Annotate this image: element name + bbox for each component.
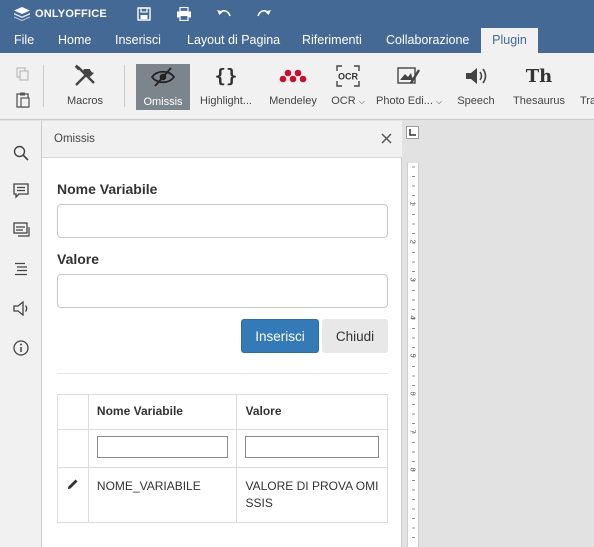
undo-icon[interactable] xyxy=(213,3,235,25)
left-sidebar xyxy=(0,121,42,547)
onlyoffice-logo-icon xyxy=(14,7,30,21)
variable-name-label: Nome Variabile xyxy=(57,181,158,197)
ruler-number: 7 xyxy=(408,429,416,434)
insert-button[interactable]: Inserisci xyxy=(241,319,319,353)
tab-plugin[interactable]: Plugin xyxy=(481,28,538,53)
omissis-label: Omissis xyxy=(143,96,183,108)
tab-collaborazione[interactable]: Collaborazione xyxy=(378,28,477,53)
copy-icon[interactable] xyxy=(16,67,30,84)
table-header-row: Nome Variabile Valore xyxy=(57,394,388,430)
variable-value-label: Valore xyxy=(57,251,100,267)
braces-icon: {} xyxy=(214,65,238,87)
toolbar-separator xyxy=(43,65,44,107)
row-name-cell: NOME_VARIABILE xyxy=(87,467,238,523)
title-bar: ONLYOFFICE xyxy=(0,0,594,28)
vertical-ruler: 1 2 3 4 5 6 7 8 xyxy=(407,163,419,547)
ocr-label: OCR ⌵ xyxy=(331,95,365,107)
highlight-code-label: Highlight... xyxy=(200,95,252,107)
panel-title: Omissis xyxy=(54,133,95,145)
table-filter-row xyxy=(57,429,388,468)
macros-label: Macros xyxy=(66,95,104,107)
highlight-code-button[interactable]: {} Highlight... xyxy=(196,63,256,109)
ruler-number: 6 xyxy=(408,391,416,396)
ruler-number: 2 xyxy=(408,239,416,244)
mendeley-button[interactable]: Mendeley xyxy=(267,63,319,109)
paste-icon[interactable] xyxy=(16,92,30,111)
pencil-icon[interactable] xyxy=(67,479,79,493)
value-filter-input[interactable] xyxy=(245,436,379,458)
ruler-number: 1 xyxy=(408,201,416,206)
print-icon[interactable] xyxy=(173,3,195,25)
eye-slash-icon xyxy=(150,64,176,90)
thesaurus-icon: Th xyxy=(525,65,553,87)
app-logo: ONLYOFFICE xyxy=(14,6,107,22)
info-icon[interactable] xyxy=(11,338,31,358)
svg-text:OCR: OCR xyxy=(338,72,359,82)
translator-label: Tra xyxy=(580,95,594,107)
plugin-toolbar: Macros Omissis {} Highlight... Mendeley … xyxy=(0,53,594,120)
tab-stop-selector[interactable] xyxy=(406,126,419,139)
ruler-number: 4 xyxy=(408,315,416,320)
ocr-icon: OCR xyxy=(336,63,360,89)
macros-icon xyxy=(73,63,97,89)
table-header-name: Nome Variabile xyxy=(87,394,238,430)
chat-icon[interactable] xyxy=(11,220,31,240)
speaker-icon xyxy=(464,63,488,89)
variable-value-input[interactable] xyxy=(57,274,388,308)
mendeley-icon xyxy=(279,63,307,89)
macros-button[interactable]: Macros xyxy=(60,63,110,109)
ruler-number: 8 xyxy=(408,467,416,472)
filter-cell-empty xyxy=(57,429,89,468)
omissis-button[interactable]: Omissis xyxy=(136,64,190,110)
ruler-number: 5 xyxy=(408,353,416,358)
tab-home[interactable]: Home xyxy=(50,28,99,53)
panel-header: Omissis xyxy=(42,121,402,158)
filter-cell-value xyxy=(236,429,388,468)
chevron-down-icon: ⌵ xyxy=(358,97,365,106)
filter-cell-name xyxy=(87,429,238,468)
close-icon[interactable] xyxy=(378,130,394,146)
translator-button[interactable]: Tra xyxy=(580,63,594,109)
speaker-icon[interactable] xyxy=(11,298,31,318)
name-filter-input[interactable] xyxy=(96,436,229,458)
close-button[interactable]: Chiudi xyxy=(322,319,388,353)
app-logo-text: ONLYOFFICE xyxy=(35,8,107,20)
tab-file[interactable]: File xyxy=(6,28,42,53)
toolbar-separator xyxy=(124,65,125,107)
redo-icon[interactable] xyxy=(253,3,275,25)
chevron-down-icon: ⌵ xyxy=(435,97,443,106)
omissis-plugin-panel: Omissis Nome Variabile Valore Inserisci … xyxy=(42,121,402,547)
mendeley-label: Mendeley xyxy=(269,95,317,107)
tab-riferimenti[interactable]: Riferimenti xyxy=(294,28,370,53)
photo-editor-button[interactable]: Photo Edi... ⌵ xyxy=(376,63,442,109)
variable-name-input[interactable] xyxy=(57,204,388,238)
table-row: NOME_VARIABILE VALORE DI PROVA OMISSIS xyxy=(57,467,388,523)
thesaurus-button[interactable]: Th Thesaurus xyxy=(510,63,568,109)
thesaurus-label: Thesaurus xyxy=(513,95,565,107)
speech-button[interactable]: Speech xyxy=(454,63,498,109)
edit-cell xyxy=(57,467,89,523)
row-value-cell: VALORE DI PROVA OMISSIS xyxy=(236,467,388,523)
table-header-edit xyxy=(57,394,89,430)
divider xyxy=(57,373,388,374)
photo-editor-icon xyxy=(397,63,421,89)
table-header-value: Valore xyxy=(236,394,388,430)
ocr-button[interactable]: OCR OCR ⌵ xyxy=(327,63,369,109)
tab-inserisci[interactable]: Inserisci xyxy=(107,28,169,53)
variables-table: Nome Variabile Valore NOME_VARIABILE VAL… xyxy=(57,394,388,523)
ruler-number: 3 xyxy=(408,277,416,282)
navigation-icon[interactable] xyxy=(11,259,31,279)
comments-icon[interactable] xyxy=(11,181,31,201)
save-icon[interactable] xyxy=(133,3,155,25)
menu-bar: File Home Inserisci Layout di Pagina Rif… xyxy=(0,28,594,53)
search-icon[interactable] xyxy=(11,143,31,163)
speech-label: Speech xyxy=(457,95,495,107)
tab-layout[interactable]: Layout di Pagina xyxy=(179,28,288,53)
photo-editor-label: Photo Edi... ⌵ xyxy=(376,95,443,107)
